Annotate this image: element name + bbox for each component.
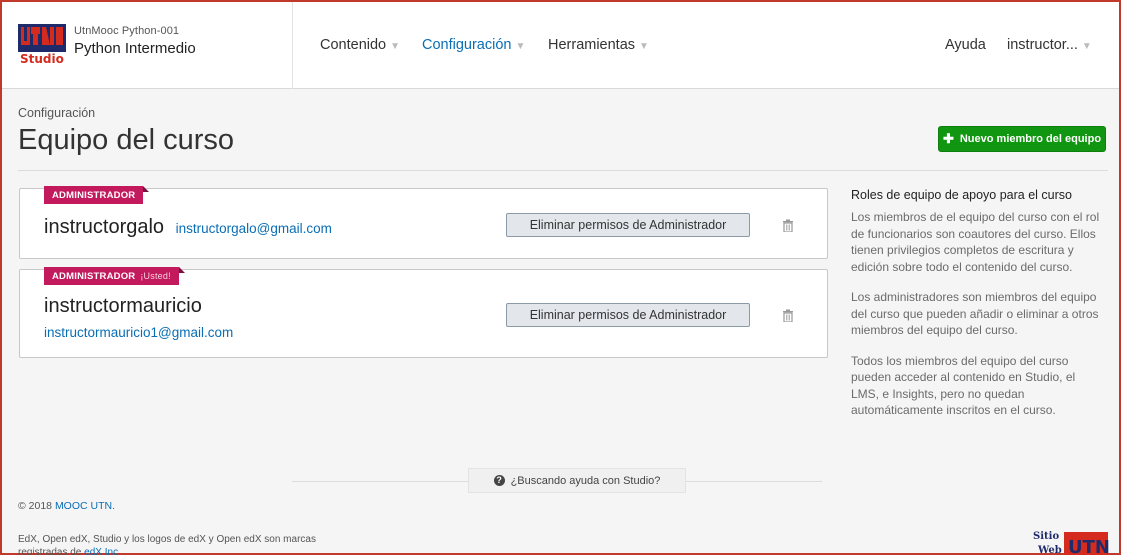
- trash-icon[interactable]: [782, 219, 794, 232]
- nav-contenido[interactable]: Contenido ▼: [320, 37, 400, 53]
- member-card: ADMINISTRADOR instructorgalo instructorg…: [19, 186, 828, 259]
- add-team-member-label: Nuevo miembro del equipo: [959, 133, 1102, 145]
- mooc-utn-link[interactable]: MOOC UTN: [55, 500, 112, 512]
- caret-down-icon: ▼: [390, 41, 401, 52]
- role-badge: ADMINISTRADOR ¡Usted!: [44, 267, 185, 285]
- plus-icon: ✚: [942, 131, 954, 146]
- utn-logo-icon: Studio: [18, 24, 66, 66]
- role-badge: ADMINISTRADOR: [44, 186, 150, 204]
- sidebar-paragraph: Los administradores son miembros del equ…: [851, 290, 1099, 337]
- header-divider: [292, 2, 293, 89]
- studio-help-label: ¿Buscando ayuda con Studio?: [510, 474, 661, 487]
- member-name-row: instructorgalo instructorgalo@gmail.com: [44, 216, 332, 239]
- add-team-member-button[interactable]: ✚ Nuevo miembro del equipo: [938, 126, 1106, 152]
- you-badge: ¡Usted!: [140, 271, 171, 281]
- copyright-prefix: © 2018: [18, 500, 55, 512]
- svg-text:Studio: Studio: [20, 52, 64, 66]
- remove-admin-button[interactable]: Eliminar permisos de Administrador: [506, 213, 750, 237]
- nav-configuracion-label: Configuración: [422, 37, 512, 53]
- nav-herramientas[interactable]: Herramientas ▼: [548, 37, 649, 53]
- nav-configuracion[interactable]: Configuración ▼: [422, 37, 525, 53]
- member-email-link[interactable]: instructormauricio1@gmail.com: [44, 325, 233, 340]
- utn-studio-logo[interactable]: Studio: [18, 24, 66, 66]
- svg-text:Sitio: Sitio: [1033, 531, 1059, 542]
- legal-text: EdX, Open edX, Studio y los logos de edX…: [18, 534, 316, 555]
- role-badge-label: ADMINISTRADOR: [52, 270, 136, 282]
- roles-sidebar: Roles de equipo de apoyo para el curso L…: [851, 188, 1103, 433]
- caret-down-icon: ▼: [515, 41, 526, 52]
- svg-text:UTN: UTN: [1068, 537, 1110, 555]
- member-name: instructorgalo: [44, 216, 165, 238]
- nav-contenido-label: Contenido: [320, 37, 387, 53]
- nav-herramientas-label: Herramientas: [548, 37, 636, 53]
- studio-help-toggle[interactable]: ? ¿Buscando ayuda con Studio?: [468, 468, 686, 493]
- sitio-web-utn-icon: Sitio Web UTN: [1033, 531, 1110, 555]
- member-name: instructormauricio: [44, 295, 202, 317]
- copyright-suffix: .: [112, 500, 116, 512]
- caret-down-icon: ▼: [1081, 41, 1092, 52]
- user-menu-label: instructor...: [1007, 37, 1078, 53]
- sitio-web-utn-logo[interactable]: Sitio Web UTN: [1032, 529, 1112, 555]
- footer-copyright: © 2018 MOOC UTN.: [18, 500, 115, 512]
- course-org: UtnMooc Python-001: [74, 25, 180, 37]
- sidebar-title: Roles de equipo de apoyo para el curso: [851, 188, 1072, 202]
- role-badge-label: ADMINISTRADOR: [52, 189, 136, 201]
- breadcrumb: Configuración: [18, 106, 96, 120]
- edx-inc-link[interactable]: edX Inc: [84, 547, 118, 555]
- user-menu[interactable]: instructor... ▼: [1007, 37, 1092, 53]
- sidebar-paragraph: Los miembros de el equipo del curso con …: [851, 210, 1100, 274]
- member-email-link[interactable]: instructorgalo@gmail.com: [176, 221, 332, 236]
- course-name: Python Intermedio: [74, 40, 196, 57]
- page-title: Equipo del curso: [18, 124, 235, 156]
- help-link[interactable]: Ayuda: [945, 37, 986, 53]
- footer-legal: EdX, Open edX, Studio y los logos de edX…: [18, 533, 358, 555]
- trash-icon[interactable]: [782, 309, 794, 322]
- site-header: Studio UtnMooc Python-001 Python Interme…: [2, 2, 1119, 89]
- svg-text:Web: Web: [1037, 545, 1062, 555]
- course-selector[interactable]: UtnMooc Python-001 Python Intermedio: [74, 25, 196, 57]
- legal-suffix: .: [118, 547, 121, 555]
- caret-down-icon: ▼: [639, 41, 649, 52]
- title-divider: [18, 170, 1108, 171]
- member-card: ADMINISTRADOR ¡Usted! instructormauricio…: [19, 267, 828, 358]
- sidebar-paragraph: Todos los miembros del equipo del curso …: [851, 353, 1076, 418]
- question-circle-icon: ?: [493, 475, 505, 486]
- remove-admin-button[interactable]: Eliminar permisos de Administrador: [506, 303, 750, 327]
